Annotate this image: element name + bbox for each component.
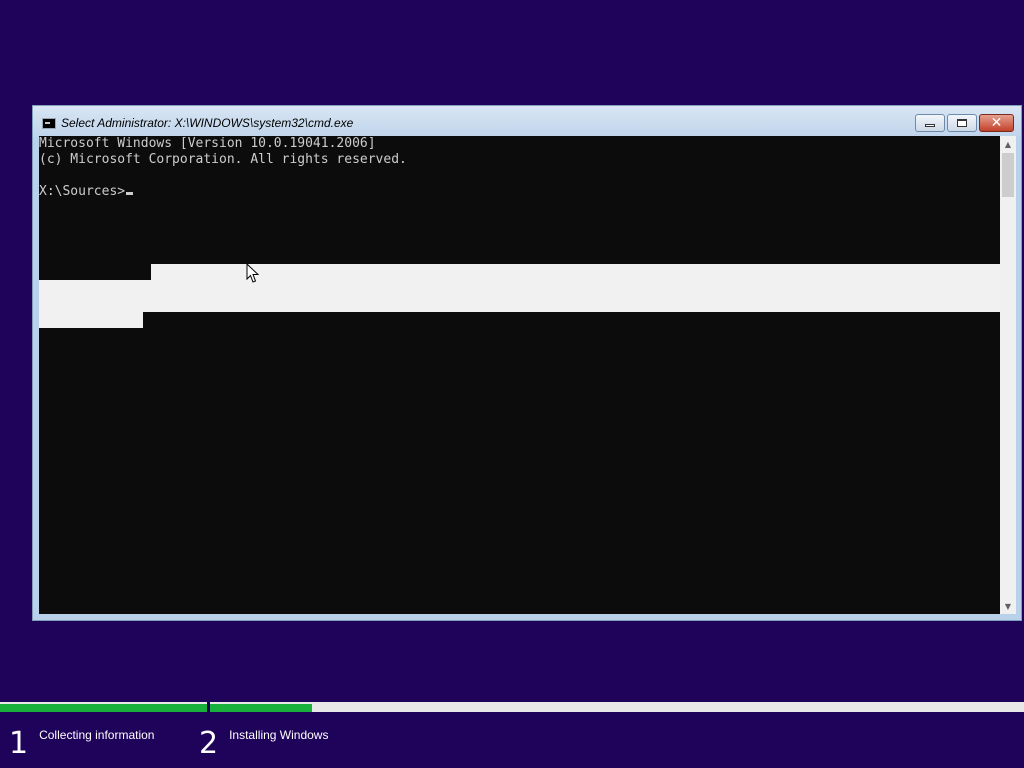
scroll-thumb[interactable]	[1002, 153, 1014, 197]
setup-progress-bar	[0, 702, 1024, 712]
console-line: Microsoft Windows [Version 10.0.19041.20…	[39, 136, 376, 151]
mouse-cursor-icon	[246, 263, 260, 283]
minimize-icon	[925, 123, 935, 127]
step-number: 1	[9, 726, 29, 761]
cmd-icon[interactable]	[42, 118, 56, 129]
selection-highlight	[151, 264, 1000, 280]
console-output: Microsoft Windows [Version 10.0.19041.20…	[39, 136, 407, 200]
text-caret	[126, 192, 134, 195]
progress-step2-fill	[210, 704, 312, 712]
minimize-button[interactable]	[915, 114, 945, 132]
close-button[interactable]: ✕	[979, 114, 1014, 132]
setup-step-installing: 2 Installing Windows	[199, 726, 328, 762]
console-area[interactable]: Microsoft Windows [Version 10.0.19041.20…	[39, 136, 1000, 614]
setup-step-collecting: 1 Collecting information	[9, 726, 154, 762]
step-number: 2	[199, 726, 219, 761]
window-title: Select Administrator: X:\WINDOWS\system3…	[61, 116, 354, 130]
maximize-button[interactable]	[947, 114, 977, 132]
progress-step1-fill	[0, 704, 207, 712]
chevron-up-icon[interactable]: ▲	[1000, 136, 1016, 152]
step-label: Collecting information	[39, 728, 155, 742]
step-label: Installing Windows	[229, 728, 329, 742]
vertical-scrollbar[interactable]: ▲ ▼	[1000, 136, 1016, 614]
close-icon: ✕	[990, 115, 1003, 131]
console-prompt: X:\Sources>	[39, 184, 126, 199]
maximize-icon	[957, 119, 967, 127]
title-bar[interactable]: Select Administrator: X:\WINDOWS\system3…	[33, 106, 1021, 137]
chevron-down-icon[interactable]: ▼	[1000, 598, 1016, 614]
selection-highlight	[39, 280, 1000, 312]
console-line: (c) Microsoft Corporation. All rights re…	[39, 152, 407, 167]
cmd-window[interactable]: Select Administrator: X:\WINDOWS\system3…	[32, 105, 1022, 621]
selection-highlight	[39, 312, 143, 328]
